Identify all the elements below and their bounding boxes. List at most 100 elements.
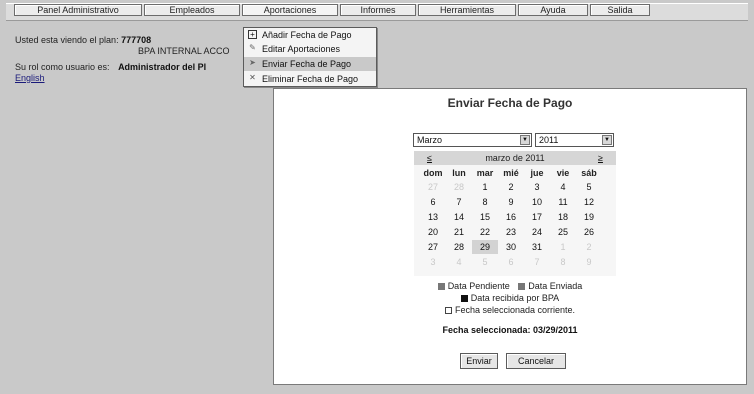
dropdown-item-label: Eliminar Fecha de Pago [262, 74, 359, 84]
menu-empleados[interactable]: Empleados [144, 4, 240, 16]
plan-id: 777708 [121, 35, 152, 45]
calendar-day[interactable]: 16 [498, 210, 524, 224]
sent-swatch [518, 283, 526, 290]
calendar-day[interactable]: 10 [524, 195, 550, 209]
legend-current: Fecha seleccionada corriente. [454, 305, 576, 315]
weekday-header: vie [556, 168, 570, 178]
month-select[interactable]: Marzo ▼ [413, 133, 532, 147]
legend-row-2: Data recibida por BPA [274, 293, 746, 303]
current-swatch [444, 307, 452, 314]
calendar-day[interactable]: 30 [498, 240, 524, 254]
calendar-title: marzo de 2011 [485, 153, 545, 163]
menu-ayuda[interactable]: Ayuda [518, 4, 588, 16]
edit-icon: ✎ [249, 43, 256, 52]
calendar-day[interactable]: 24 [524, 225, 550, 239]
year-select-value: 2011 [539, 135, 559, 145]
calendar-day[interactable]: 27 [420, 240, 446, 254]
weekday-header: mar [476, 168, 494, 178]
calendar-day[interactable]: 3 [524, 180, 550, 194]
calendar-day[interactable]: 23 [498, 225, 524, 239]
calendar-day[interactable]: 29 [472, 240, 498, 254]
dropdown-item-label: Añadir Fecha de Pago [262, 30, 352, 40]
weekday-header: jue [530, 168, 544, 178]
calendar-day[interactable]: 8 [550, 255, 576, 269]
calendar-day[interactable]: 27 [420, 180, 446, 194]
calendar: ≤ marzo de 2011 ≥ dom lun mar mié jue vie sáb 2… [414, 151, 616, 276]
calendar-day[interactable]: 12 [576, 195, 602, 209]
calendar-day[interactable]: 1 [550, 240, 576, 254]
menu-herramientas[interactable]: Herramientas [418, 4, 516, 16]
role-value: Administrador del Pl [118, 62, 207, 72]
calendar-day[interactable]: 20 [420, 225, 446, 239]
calendar-day[interactable]: 5 [576, 180, 602, 194]
chevron-down-icon[interactable]: ▼ [602, 135, 612, 145]
calendar-day[interactable]: 2 [498, 180, 524, 194]
calendar-day[interactable]: 7 [446, 195, 472, 209]
calendar-day[interactable]: 19 [576, 210, 602, 224]
calendar-day[interactable]: 6 [498, 255, 524, 269]
weekday-header: dom [423, 168, 443, 178]
menu-aportaciones[interactable]: Aportaciones [242, 4, 338, 16]
submit-button[interactable]: Enviar [460, 353, 498, 369]
dropdown-item-delete-date[interactable]: ✕ Eliminar Fecha de Pago [244, 72, 376, 86]
calendar-day[interactable]: 14 [446, 210, 472, 224]
page: Panel Administrativo Empleados Aportacio… [0, 0, 754, 394]
role-label: Su rol como usuario es: [15, 62, 110, 72]
weekday-header: sáb [581, 168, 597, 178]
calendar-day[interactable]: 28 [446, 180, 472, 194]
calendar-day[interactable]: 28 [446, 240, 472, 254]
aportaciones-dropdown: + Añadir Fecha de Pago ✎ Editar Aportaci… [243, 27, 377, 87]
menu-salida[interactable]: Salida [590, 4, 650, 16]
delete-icon: ✕ [249, 73, 256, 82]
year-select[interactable]: 2011 ▼ [535, 133, 614, 147]
plan-info: Usted esta viendo el plan: 777708 BPA IN… [15, 35, 230, 73]
next-month-link[interactable]: ≥ [598, 153, 603, 163]
calendar-day[interactable]: 11 [550, 195, 576, 209]
calendar-day[interactable]: 8 [472, 195, 498, 209]
calendar-day[interactable]: 9 [498, 195, 524, 209]
dropdown-item-edit-contributions[interactable]: ✎ Editar Aportaciones [244, 42, 376, 56]
calendar-day[interactable]: 3 [420, 255, 446, 269]
weekday-header: lun [452, 168, 466, 178]
calendar-day[interactable]: 25 [550, 225, 576, 239]
calendar-day[interactable]: 2 [576, 240, 602, 254]
calendar-day[interactable]: 9 [576, 255, 602, 269]
dropdown-item-label: Enviar Fecha de Pago [262, 59, 352, 69]
calendar-day[interactable]: 13 [420, 210, 446, 224]
dropdown-item-add-date[interactable]: + Añadir Fecha de Pago [244, 28, 376, 42]
calendar-day[interactable]: 5 [472, 255, 498, 269]
pending-swatch [437, 283, 445, 290]
menu-informes[interactable]: Informes [340, 4, 416, 16]
plan-name: BPA INTERNAL ACCO [138, 46, 230, 56]
calendar-day[interactable]: 26 [576, 225, 602, 239]
calendar-day[interactable]: 4 [446, 255, 472, 269]
plan-label: Usted esta viendo el plan: [15, 35, 119, 45]
calendar-day[interactable]: 15 [472, 210, 498, 224]
calendar-day[interactable]: 17 [524, 210, 550, 224]
cancel-button[interactable]: Cancelar [506, 353, 566, 369]
dropdown-item-label: Editar Aportaciones [262, 44, 341, 54]
dropdown-item-send-date[interactable]: ➤ Enviar Fecha de Pago [244, 57, 376, 71]
calendar-day[interactable]: 1 [472, 180, 498, 194]
calendar-day[interactable]: 7 [524, 255, 550, 269]
weekday-header: mié [503, 168, 519, 178]
calendar-day[interactable]: 22 [472, 225, 498, 239]
chevron-down-icon[interactable]: ▼ [520, 135, 530, 145]
plus-icon: + [248, 30, 257, 39]
selected-date: Fecha seleccionada: 03/29/2011 [442, 325, 578, 335]
legend-received: Data recibida por BPA [470, 293, 560, 303]
legend-pending: Data Pendiente [447, 281, 510, 291]
legend-row-3: Fecha seleccionada corriente. [274, 305, 746, 315]
calendar-header: ≤ marzo de 2011 ≥ [414, 151, 616, 165]
received-swatch [460, 295, 468, 302]
calendar-day[interactable]: 18 [550, 210, 576, 224]
calendar-day[interactable]: 31 [524, 240, 550, 254]
legend-row-1: Data Pendiente Data Enviada [274, 281, 746, 291]
calendar-day[interactable]: 4 [550, 180, 576, 194]
calendar-day[interactable]: 21 [446, 225, 472, 239]
english-link[interactable]: English [15, 73, 45, 83]
send-icon: ➤ [249, 58, 256, 67]
menu-panel-administrativo[interactable]: Panel Administrativo [14, 4, 142, 16]
dialog-title: Enviar Fecha de Pago [447, 96, 573, 110]
calendar-day[interactable]: 6 [420, 195, 446, 209]
